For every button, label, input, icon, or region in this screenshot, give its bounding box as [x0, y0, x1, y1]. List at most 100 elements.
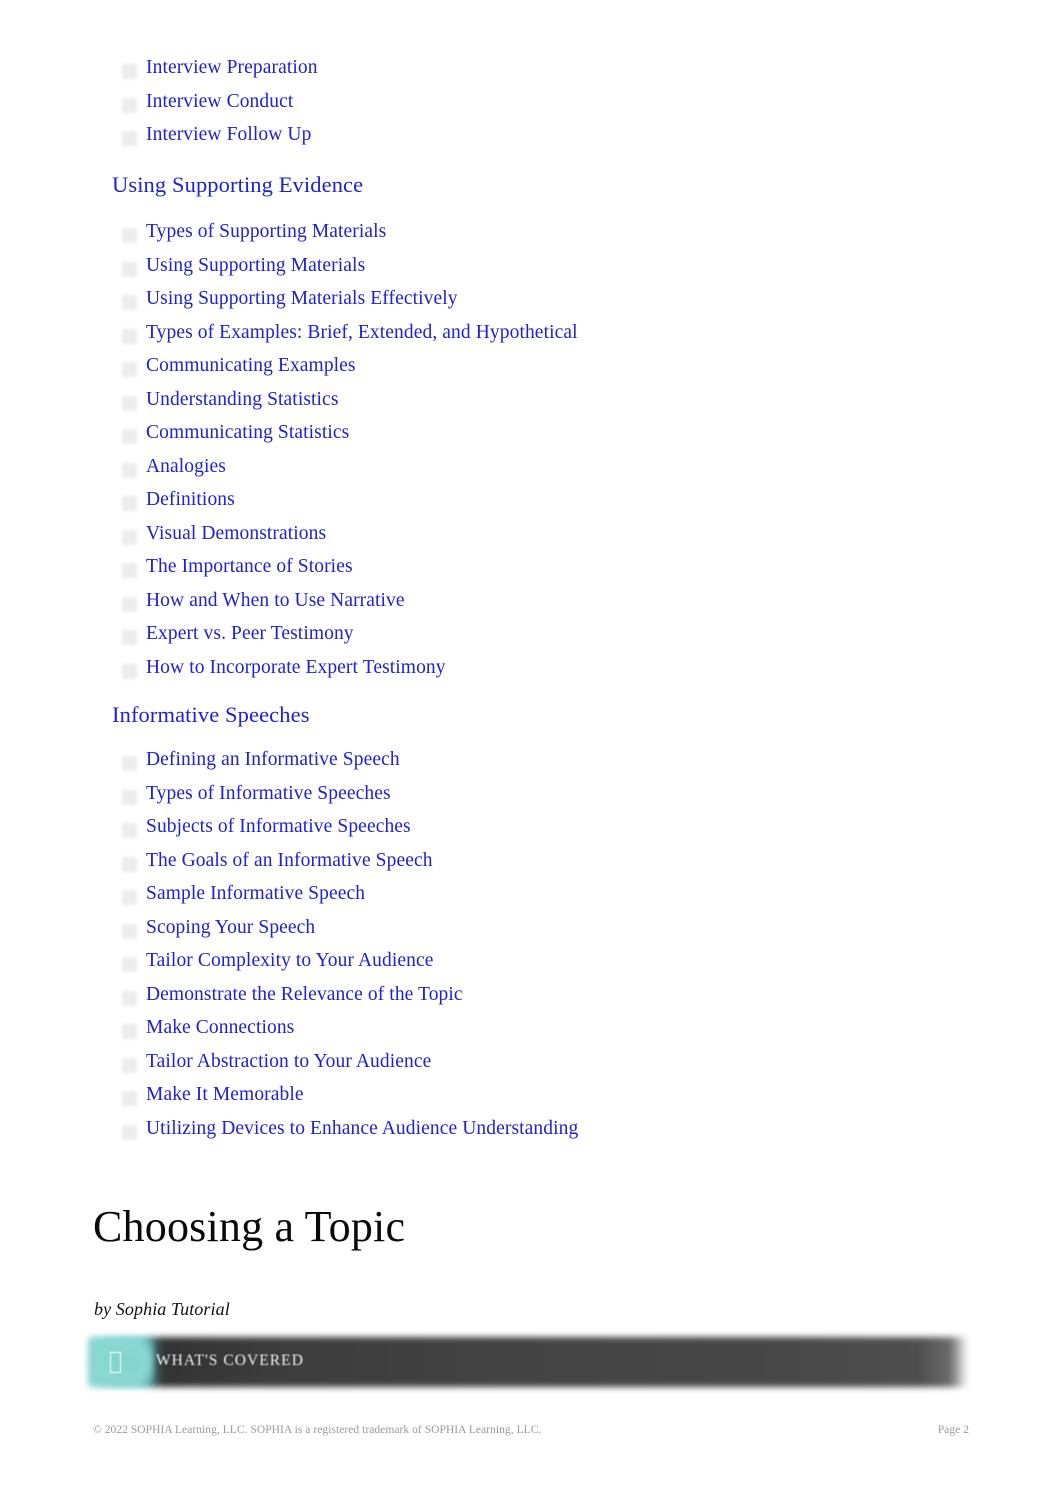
bullet-icon: [122, 789, 137, 805]
bullet-icon: [122, 261, 137, 277]
list-item[interactable]: Make Connections: [112, 1018, 1062, 1052]
list-item[interactable]: Communicating Examples: [112, 356, 1062, 390]
toc-link[interactable]: Defining an Informative Speech: [146, 750, 400, 770]
banner-accent-chip: [92, 1337, 154, 1387]
toc-link[interactable]: Interview Conduct: [146, 91, 293, 112]
list-item[interactable]: Tailor Complexity to Your Audience: [112, 951, 1062, 985]
list-item[interactable]: Make It Memorable: [112, 1085, 1062, 1119]
footer-page-number: Page 2: [937, 1424, 969, 1436]
list-item[interactable]: Expert vs. Peer Testimony: [112, 624, 1062, 658]
toc-link[interactable]: Tailor Complexity to Your Audience: [146, 951, 433, 971]
toc-link[interactable]: Types of Examples: Brief, Extended, and …: [146, 322, 578, 343]
toc-link[interactable]: Understanding Statistics: [146, 389, 339, 410]
toc-link[interactable]: Types of Informative Speeches: [146, 783, 391, 804]
page-title: Choosing a Topic: [93, 1202, 406, 1251]
bullet-icon: [122, 1024, 137, 1039]
list-item[interactable]: Interview Follow Up: [112, 125, 1062, 159]
toc-link[interactable]: Interview Preparation: [146, 58, 318, 78]
bullet-icon: [122, 756, 137, 771]
toc-link[interactable]: Subjects of Informative Speeches: [146, 817, 411, 837]
bullet-icon: [122, 295, 137, 310]
list-item[interactable]: How to Incorporate Expert Testimony: [112, 657, 1062, 692]
bullet-icon: [122, 529, 137, 545]
toc-link[interactable]: Demonstrate the Relevance of the Topic: [146, 984, 463, 1005]
list-item[interactable]: Using Supporting Materials: [112, 255, 1062, 290]
toc-link[interactable]: How to Incorporate Expert Testimony: [146, 657, 446, 678]
toc-link[interactable]: Make Connections: [146, 1018, 294, 1038]
toc-group-informative-speeches: Defining an Informative Speech Types of …: [0, 750, 1062, 1152]
list-item[interactable]: Types of Supporting Materials: [112, 222, 1062, 256]
list-item[interactable]: Communicating Statistics: [112, 423, 1062, 457]
bullet-icon: [122, 890, 137, 905]
book-icon: [110, 1352, 121, 1373]
toc-list: Types of Supporting Materials Using Supp…: [0, 222, 1062, 691]
toc-link[interactable]: Communicating Statistics: [146, 423, 349, 443]
list-item[interactable]: Interview Preparation: [112, 58, 1062, 92]
toc-link[interactable]: Communicating Examples: [146, 356, 356, 376]
list-item[interactable]: How and When to Use Narrative: [112, 590, 1062, 625]
list-item[interactable]: Sample Informative Speech: [112, 884, 1062, 918]
toc-link[interactable]: How and When to Use Narrative: [146, 590, 405, 611]
whats-covered-label: WHAT'S COVERED: [156, 1352, 304, 1369]
toc-link[interactable]: Utilizing Devices to Enhance Audience Un…: [146, 1118, 578, 1139]
bullet-icon: [122, 97, 137, 113]
bullet-icon: [122, 1091, 137, 1106]
bullet-icon: [122, 563, 137, 578]
list-item[interactable]: Scoping Your Speech: [112, 917, 1062, 952]
toc-link[interactable]: Make It Memorable: [146, 1085, 304, 1105]
toc-section-heading-wrap: Using Supporting Evidence: [0, 173, 1062, 197]
list-item[interactable]: The Goals of an Informative Speech: [112, 850, 1062, 885]
bullet-icon: [122, 496, 137, 511]
list-item[interactable]: Demonstrate the Relevance of the Topic: [112, 984, 1062, 1019]
toc-list: Defining an Informative Speech Types of …: [0, 750, 1062, 1152]
bullet-icon: [122, 395, 137, 411]
bullet-icon: [122, 462, 137, 478]
bullet-icon: [122, 131, 137, 146]
footer-copyright: © 2022 SOPHIA Learning, LLC. SOPHIA is a…: [93, 1424, 542, 1436]
toc-section-heading-using-supporting-evidence[interactable]: Using Supporting Evidence: [112, 173, 1062, 197]
whats-covered-banner: WHAT'S COVERED: [88, 1337, 968, 1387]
toc-link[interactable]: Using Supporting Materials Effectively: [146, 289, 458, 309]
list-item[interactable]: Tailor Abstraction to Your Audience: [112, 1051, 1062, 1086]
list-item[interactable]: Definitions: [112, 490, 1062, 524]
toc-link[interactable]: Expert vs. Peer Testimony: [146, 624, 354, 644]
toc-section-heading-informative-speeches[interactable]: Informative Speeches: [112, 703, 1062, 727]
byline: by Sophia Tutorial: [94, 1299, 230, 1319]
list-item[interactable]: Utilizing Devices to Enhance Audience Un…: [112, 1118, 1062, 1153]
bullet-icon: [122, 1124, 137, 1140]
bullet-icon: [122, 596, 137, 612]
bullet-icon: [122, 823, 137, 838]
bullet-icon: [122, 328, 137, 344]
toc-link[interactable]: Definitions: [146, 490, 235, 510]
bullet-icon: [122, 429, 137, 444]
list-item[interactable]: Subjects of Informative Speeches: [112, 817, 1062, 851]
toc-group-using-supporting-evidence: Types of Supporting Materials Using Supp…: [0, 222, 1062, 691]
list-item[interactable]: Analogies: [112, 456, 1062, 491]
toc-link[interactable]: Analogies: [146, 456, 226, 477]
list-item[interactable]: Types of Informative Speeches: [112, 783, 1062, 818]
bullet-icon: [122, 630, 137, 645]
toc-link[interactable]: The Importance of Stories: [146, 557, 353, 577]
toc-link[interactable]: Types of Supporting Materials: [146, 222, 386, 242]
bullet-icon: [122, 64, 137, 79]
document-page: Interview Preparation Interview Conduct …: [0, 0, 1062, 1506]
toc-link[interactable]: The Goals of an Informative Speech: [146, 850, 433, 871]
toc-link[interactable]: Tailor Abstraction to Your Audience: [146, 1051, 431, 1072]
toc-link[interactable]: Scoping Your Speech: [146, 917, 315, 938]
list-item[interactable]: Using Supporting Materials Effectively: [112, 289, 1062, 323]
toc-link[interactable]: Visual Demonstrations: [146, 523, 326, 544]
list-item[interactable]: The Importance of Stories: [112, 557, 1062, 591]
bullet-icon: [122, 923, 137, 939]
toc-group-interview: Interview Preparation Interview Conduct …: [0, 58, 1062, 159]
list-item[interactable]: Visual Demonstrations: [112, 523, 1062, 558]
toc-section-heading-wrap: Informative Speeches: [0, 703, 1062, 727]
bullet-icon: [122, 1057, 137, 1073]
list-item[interactable]: Types of Examples: Brief, Extended, and …: [112, 322, 1062, 357]
list-item[interactable]: Defining an Informative Speech: [112, 750, 1062, 784]
toc-link[interactable]: Sample Informative Speech: [146, 884, 365, 904]
toc-link[interactable]: Using Supporting Materials: [146, 255, 365, 276]
bullet-icon: [122, 228, 137, 243]
list-item[interactable]: Understanding Statistics: [112, 389, 1062, 424]
list-item[interactable]: Interview Conduct: [112, 91, 1062, 126]
toc-link[interactable]: Interview Follow Up: [146, 125, 311, 145]
